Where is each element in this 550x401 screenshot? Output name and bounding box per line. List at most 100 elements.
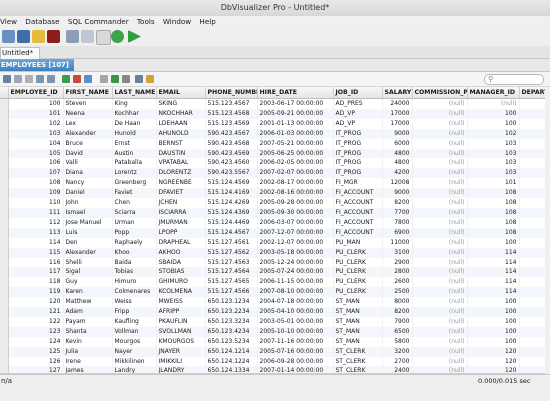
tab-untitled[interactable]: Untitled* bbox=[0, 47, 41, 59]
table-cell[interactable]: Kevin bbox=[63, 336, 113, 347]
column-header-employee-id[interactable]: EMPLOYEE_ID bbox=[8, 87, 64, 99]
table-cell[interactable]: 103 bbox=[467, 148, 520, 159]
table-cell[interactable]: 8200 bbox=[382, 307, 413, 317]
table-cell[interactable]: Jose Manuel bbox=[63, 217, 113, 228]
column-header-job-id[interactable]: JOB_ID bbox=[333, 87, 383, 99]
delete-row-icon[interactable] bbox=[73, 75, 81, 83]
table-row[interactable]: 110 John Chen JCHEN 515.124.4269 2005-09-28 0… bbox=[0, 198, 550, 208]
row-number-cell[interactable] bbox=[0, 168, 9, 179]
table-cell[interactable]: 590.423.4560 bbox=[205, 158, 258, 169]
table-cell[interactable]: 12008 bbox=[382, 178, 413, 189]
table-cell[interactable]: SKING bbox=[156, 98, 206, 109]
table-row[interactable]: 119 Karen Colmenares KCOLMENA 515.127.4566 20… bbox=[0, 287, 550, 298]
table-cell[interactable]: 112 bbox=[8, 217, 64, 228]
row-number-cell[interactable] bbox=[0, 356, 9, 367]
table-cell[interactable]: 2002-12-07 00:00:00 bbox=[257, 237, 334, 248]
timer-icon[interactable] bbox=[96, 30, 111, 45]
table-cell[interactable]: De Haan bbox=[112, 118, 157, 129]
table-cell[interactable]: 515.127.4566 bbox=[205, 287, 258, 298]
table-cell[interactable]: 9000 bbox=[382, 128, 413, 139]
table-cell[interactable]: DAUSTIN bbox=[156, 148, 206, 159]
table-cell[interactable]: 100 bbox=[467, 336, 520, 347]
tab-employees[interactable]: EMPLOYEES [107] bbox=[0, 59, 74, 71]
table-cell[interactable]: Nancy bbox=[63, 178, 113, 189]
column-header-commission-pct[interactable]: COMMISSION_PCT bbox=[412, 87, 468, 99]
table-cell[interactable]: 2004-07-18 00:00:00 bbox=[257, 297, 334, 308]
table-cell[interactable]: (null) bbox=[412, 326, 468, 337]
table-row[interactable]: 125 Julia Nayer JNAYER 650.124.1214 2005-07-1… bbox=[0, 346, 550, 357]
table-cell[interactable]: 3100 bbox=[382, 247, 413, 258]
table-cell[interactable]: IT_PROG bbox=[333, 168, 383, 179]
table-cell[interactable]: MWEISS bbox=[156, 297, 206, 308]
table-cell[interactable]: 2003-06-17 00:00:00 bbox=[257, 98, 334, 109]
menu-help[interactable]: Help bbox=[196, 16, 218, 28]
menu-tools[interactable]: Tools bbox=[134, 16, 158, 28]
row-number-cell[interactable] bbox=[0, 297, 9, 308]
row-number-cell[interactable] bbox=[0, 267, 9, 278]
row-number-cell[interactable] bbox=[0, 227, 9, 238]
table-cell[interactable]: 515.124.4469 bbox=[205, 217, 258, 228]
row-number-cell[interactable] bbox=[0, 138, 9, 149]
table-cell[interactable]: 114 bbox=[467, 277, 520, 288]
table-cell[interactable]: 2005-07-16 00:00:00 bbox=[257, 346, 334, 357]
table-cell[interactable]: 2006-01-03 00:00:00 bbox=[257, 128, 334, 139]
table-cell[interactable]: (null) bbox=[412, 128, 468, 139]
table-cell[interactable]: 2005-09-28 00:00:00 bbox=[257, 198, 334, 208]
table-cell[interactable]: 590.423.4569 bbox=[205, 148, 258, 159]
table-cell[interactable]: Ismael bbox=[63, 207, 113, 218]
table-cell[interactable]: Tobias bbox=[112, 267, 157, 278]
table-cell[interactable]: PU_CLERK bbox=[333, 247, 383, 258]
table-cell[interactable]: 2005-06-25 00:00:00 bbox=[257, 148, 334, 159]
row-number-cell[interactable] bbox=[0, 277, 9, 288]
row-number-cell[interactable] bbox=[0, 158, 9, 169]
table-cell[interactable]: King bbox=[112, 98, 157, 109]
table-row[interactable]: 102 Lex De Haan LDEHAAN 515.123.4569 2001-01-… bbox=[0, 118, 550, 129]
table-cell[interactable]: 100 bbox=[467, 316, 520, 327]
table-cell[interactable]: (null) bbox=[412, 237, 468, 248]
table-cell[interactable]: Bruce bbox=[63, 138, 113, 149]
table-cell[interactable]: (null) bbox=[412, 178, 468, 189]
table-cell[interactable]: 101 bbox=[467, 178, 520, 189]
table-cell[interactable]: 110 bbox=[8, 198, 64, 208]
table-cell[interactable]: 6500 bbox=[382, 326, 413, 337]
table-row[interactable]: 103 Alexander Hunold AHUNOLD 590.423.4567 200… bbox=[0, 128, 550, 139]
table-cell[interactable]: 6900 bbox=[382, 227, 413, 238]
table-cell[interactable]: Kochhar bbox=[112, 108, 157, 119]
table-cell[interactable]: 108 bbox=[467, 188, 520, 199]
table-cell[interactable]: 111 bbox=[8, 207, 64, 218]
table-cell[interactable]: AD_PRES bbox=[333, 98, 383, 109]
table-cell[interactable]: 2002-08-16 00:00:00 bbox=[257, 188, 334, 199]
table-cell[interactable]: 2007-11-16 00:00:00 bbox=[257, 336, 334, 347]
table-cell[interactable]: (null) bbox=[412, 148, 468, 159]
table-cell[interactable]: (null) bbox=[412, 168, 468, 179]
table-cell[interactable]: Chen bbox=[112, 198, 157, 208]
table-cell[interactable]: 100 bbox=[467, 237, 520, 248]
table-cell[interactable]: 650.124.1224 bbox=[205, 356, 258, 367]
table-row[interactable]: 124 Kevin Mourgos KMOURGOS 650.123.5234 2007-… bbox=[0, 336, 550, 347]
add-row-icon[interactable] bbox=[62, 75, 70, 83]
table-cell[interactable]: Popp bbox=[112, 227, 157, 238]
table-cell[interactable]: 2600 bbox=[382, 277, 413, 288]
column-header-phone-number[interactable]: PHONE_NUMBER bbox=[205, 87, 258, 99]
table-cell[interactable]: 108 bbox=[467, 207, 520, 218]
table-row[interactable]: 113 Luis Popp LPOPP 515.124.4567 2007-12-07 0… bbox=[0, 227, 550, 238]
new-sql-icon[interactable] bbox=[2, 30, 15, 43]
table-cell[interactable]: 105 bbox=[8, 148, 64, 159]
table-cell[interactable]: Shelli bbox=[63, 257, 113, 268]
table-cell[interactable]: Kaufling bbox=[112, 316, 157, 327]
table-cell[interactable]: 100 bbox=[467, 108, 520, 119]
table-cell[interactable]: LPOPP bbox=[156, 227, 206, 238]
table-cell[interactable]: 2005-12-24 00:00:00 bbox=[257, 257, 334, 268]
table-cell[interactable]: 108 bbox=[467, 217, 520, 228]
table-cell[interactable]: DRAPHEAL bbox=[156, 237, 206, 248]
table-cell[interactable]: 11000 bbox=[382, 237, 413, 248]
column-header-first-name[interactable]: FIRST_NAME bbox=[63, 87, 113, 99]
table-cell[interactable]: Sciarra bbox=[112, 207, 157, 218]
prev-row-icon[interactable] bbox=[47, 75, 55, 83]
table-cell[interactable]: 590.423.4567 bbox=[205, 128, 258, 139]
table-cell[interactable]: BERNST bbox=[156, 138, 206, 149]
table-cell[interactable]: 650.123.4234 bbox=[205, 326, 258, 337]
table-row[interactable]: 115 Alexander Khoo AKHOO 515.127.4562 2003-05… bbox=[0, 247, 550, 258]
table-cell[interactable]: Daniel bbox=[63, 188, 113, 199]
table-cell[interactable]: 113 bbox=[8, 227, 64, 238]
